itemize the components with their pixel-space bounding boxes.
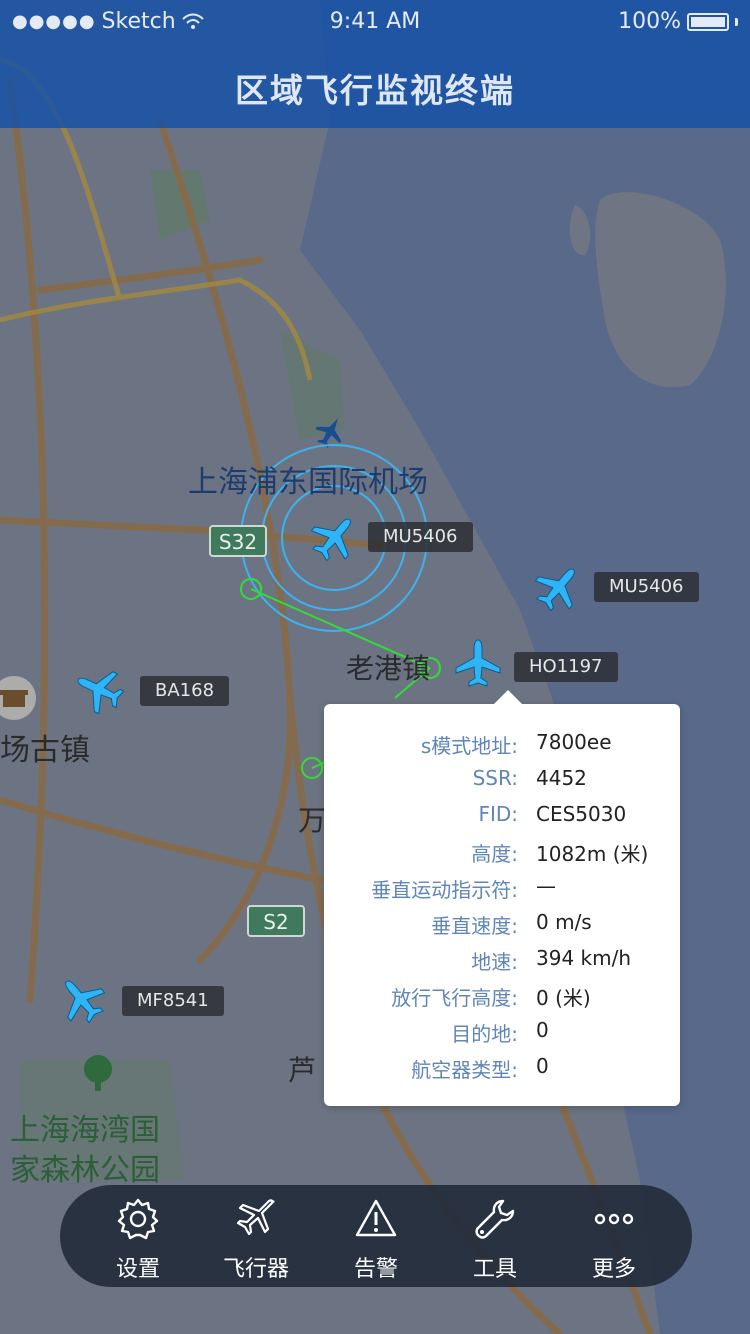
detail-value: 0 [536, 1018, 549, 1042]
gear-icon [117, 1198, 159, 1240]
tab-tools[interactable]: 工具 [440, 1185, 550, 1287]
airplane-icon[interactable] [306, 510, 362, 566]
tab-label: 工具 [472, 1257, 517, 1282]
detail-label: 垂直运动指示符: [371, 878, 518, 902]
detail-label: 放行飞行高度: [391, 986, 518, 1010]
map-label-town2: 万 [298, 804, 326, 837]
detail-row-fid: FID: CES5030 [324, 802, 680, 838]
detail-row-vertical-indicator: 垂直运动指示符: — [324, 874, 680, 910]
map-label-park-2: 家森林公园 [10, 1153, 160, 1188]
detail-row-altitude: 高度: 1082m (米) [324, 838, 680, 874]
airplane-icon [236, 1199, 275, 1236]
detail-label: s模式地址: [420, 734, 518, 758]
tab-settings[interactable]: 设置 [83, 1185, 193, 1287]
detail-row-aircraft-type: 航空器类型: 0 [324, 1054, 680, 1090]
detail-label: 垂直速度: [431, 914, 518, 938]
flight-tag-ho1197[interactable]: HO1197 [514, 652, 618, 682]
warning-icon [355, 1199, 397, 1237]
flight-tag-mf8541[interactable]: MF8541 [122, 986, 224, 1016]
tab-label: 告警 [353, 1257, 398, 1282]
detail-value: 0 m/s [536, 910, 592, 934]
detail-row-ssr: SSR: 4452 [324, 766, 680, 802]
detail-value: 394 km/h [536, 946, 632, 970]
map-label-town3: 芦 [288, 1054, 316, 1087]
svg-text:S2: S2 [263, 910, 288, 934]
map-label-town4: 场古镇 [0, 733, 90, 768]
airplane-icon[interactable] [72, 662, 128, 718]
status-right: 100% [618, 9, 738, 34]
tab-aircraft[interactable]: 飞行器 [201, 1185, 311, 1287]
detail-row-ground-speed: 地速: 394 km/h [324, 946, 680, 982]
detail-label: 航空器类型: [411, 1058, 518, 1082]
map-label-airport: 上海浦东国际机场 [188, 465, 428, 500]
detail-label: 高度: [471, 842, 518, 866]
battery-percent: 100% [618, 9, 681, 34]
flight-tag-mu5406[interactable]: MU5406 [368, 522, 473, 552]
flight-tag-ba168[interactable]: BA168 [140, 676, 230, 706]
detail-label: 目的地: [451, 1022, 518, 1046]
road-shield-s32: S32 [209, 525, 267, 557]
map-label-park-1: 上海海湾国 [10, 1113, 160, 1148]
detail-value: 4452 [536, 766, 587, 790]
tab-more[interactable]: 更多 [559, 1185, 669, 1287]
airplane-icon[interactable] [54, 972, 110, 1028]
detail-row-destination: 目的地: 0 [324, 1018, 680, 1054]
detail-label: 地速: [471, 950, 518, 974]
wrench-icon [475, 1199, 515, 1239]
tab-label: 飞行器 [222, 1257, 289, 1282]
map-label-town1: 老港镇 [346, 652, 430, 685]
detail-row-mode-s: s模式地址: 7800ee [324, 730, 680, 766]
detail-value: 1082m (米) [536, 842, 649, 866]
flight-detail-popup: s模式地址: 7800ee SSR: 4452 FID: CES5030 高度: 108… [324, 690, 680, 1106]
detail-label: FID: [478, 802, 518, 826]
tab-alerts[interactable]: 告警 [321, 1185, 431, 1287]
airplane-icon[interactable] [450, 636, 506, 692]
detail-value: CES5030 [536, 802, 627, 826]
detail-value: 0 [536, 1054, 549, 1078]
battery-icon [687, 12, 729, 31]
svg-text:S32: S32 [219, 530, 257, 554]
detail-row-vertical-speed: 垂直速度: 0 m/s [324, 910, 680, 946]
road-shield-s2: S2 [247, 905, 305, 937]
flight-tag-mu5406[interactable]: MU5406 [594, 572, 699, 602]
more-icon [594, 1213, 634, 1225]
detail-value: — [536, 874, 556, 898]
tab-label: 更多 [591, 1257, 636, 1282]
detail-label: SSR: [472, 766, 518, 790]
page-title: 区域飞行监视终端 [235, 71, 515, 110]
airplane-icon[interactable] [530, 560, 586, 616]
detail-value: 7800ee [536, 730, 612, 754]
detail-value: 0 (米) [536, 986, 591, 1010]
bottom-tab-bar: 设置 飞行器 告警 工具 更多 [60, 1185, 692, 1287]
status-bar: ●●●●● Sketch 9:41 AM 100% [0, 0, 750, 44]
tab-label: 设置 [115, 1257, 160, 1282]
detail-row-cleared-altitude: 放行飞行高度: 0 (米) [324, 982, 680, 1018]
